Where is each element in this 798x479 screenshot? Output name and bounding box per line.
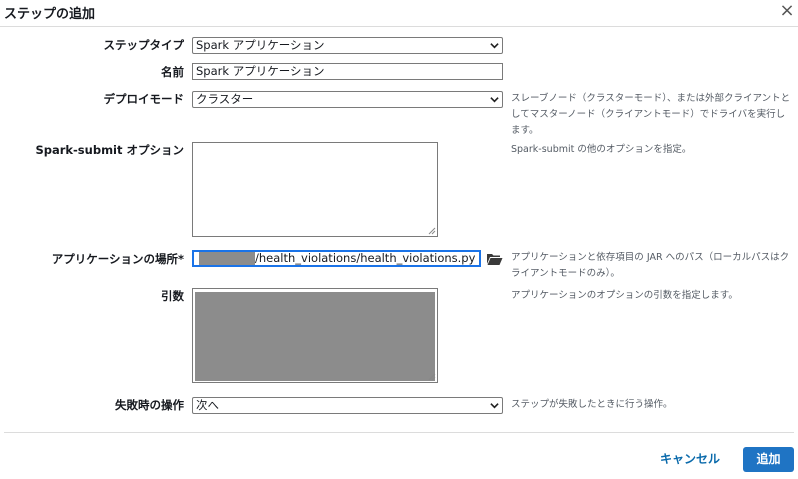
arguments-textarea[interactable] bbox=[192, 288, 438, 383]
app-location-help: アプリケーションと依存項目の JAR へのパス（ローカルパスはクライアントモード… bbox=[511, 252, 790, 279]
deploy-mode-select[interactable]: クラスター bbox=[192, 91, 503, 108]
folder-open-icon[interactable] bbox=[486, 252, 503, 266]
deploy-mode-help: スレーブノード（クラスターモード）、または外部クライアントとしてマスターノード（… bbox=[511, 93, 791, 136]
deploy-mode-value: クラスター bbox=[196, 92, 254, 106]
spark-submit-options-label: Spark-submit オプション bbox=[35, 143, 184, 157]
chevron-down-icon bbox=[490, 97, 499, 103]
arguments-label: 引数 bbox=[161, 289, 184, 303]
header-divider bbox=[0, 26, 798, 27]
cancel-button[interactable]: キャンセル bbox=[652, 448, 728, 470]
spark-submit-options-textarea[interactable] bbox=[192, 142, 438, 237]
step-type-label: ステップタイプ bbox=[103, 38, 185, 52]
name-input[interactable]: Spark アプリケーション bbox=[192, 63, 503, 80]
name-label: 名前 bbox=[161, 65, 184, 79]
redacted-arguments bbox=[195, 292, 435, 381]
action-on-failure-help: ステップが失敗したときに行う操作。 bbox=[511, 399, 673, 410]
footer-divider bbox=[4, 432, 794, 433]
app-location-input[interactable]: /health_violations/health_violations.py bbox=[192, 250, 481, 267]
resize-grip-icon[interactable] bbox=[428, 227, 436, 235]
close-icon[interactable]: × bbox=[777, 0, 797, 22]
redacted-path-prefix bbox=[199, 252, 255, 265]
app-location-label: アプリケーションの場所* bbox=[51, 252, 184, 266]
app-location-value: /health_violations/health_violations.py bbox=[255, 251, 476, 265]
step-type-value: Spark アプリケーション bbox=[196, 38, 325, 52]
dialog-header: ステップの追加 × bbox=[0, 0, 798, 26]
action-on-failure-label: 失敗時の操作 bbox=[115, 398, 184, 412]
add-step-dialog: ステップの追加 × ステップタイプ Spark アプリケーション 名前 Spar… bbox=[0, 0, 798, 479]
action-on-failure-value: 次へ bbox=[196, 398, 219, 412]
resize-grip-icon[interactable] bbox=[428, 373, 436, 381]
spark-submit-options-help: Spark-submit の他のオプションを指定。 bbox=[511, 144, 692, 155]
step-type-select[interactable]: Spark アプリケーション bbox=[192, 37, 503, 54]
dialog-title: ステップの追加 bbox=[4, 7, 96, 22]
action-on-failure-select[interactable]: 次へ bbox=[192, 397, 503, 414]
arguments-help: アプリケーションのオプションの引数を指定します。 bbox=[511, 290, 738, 301]
deploy-mode-label: デプロイモード bbox=[103, 92, 185, 106]
chevron-down-icon bbox=[490, 403, 499, 409]
add-button[interactable]: 追加 bbox=[743, 447, 794, 472]
chevron-down-icon bbox=[490, 43, 499, 49]
